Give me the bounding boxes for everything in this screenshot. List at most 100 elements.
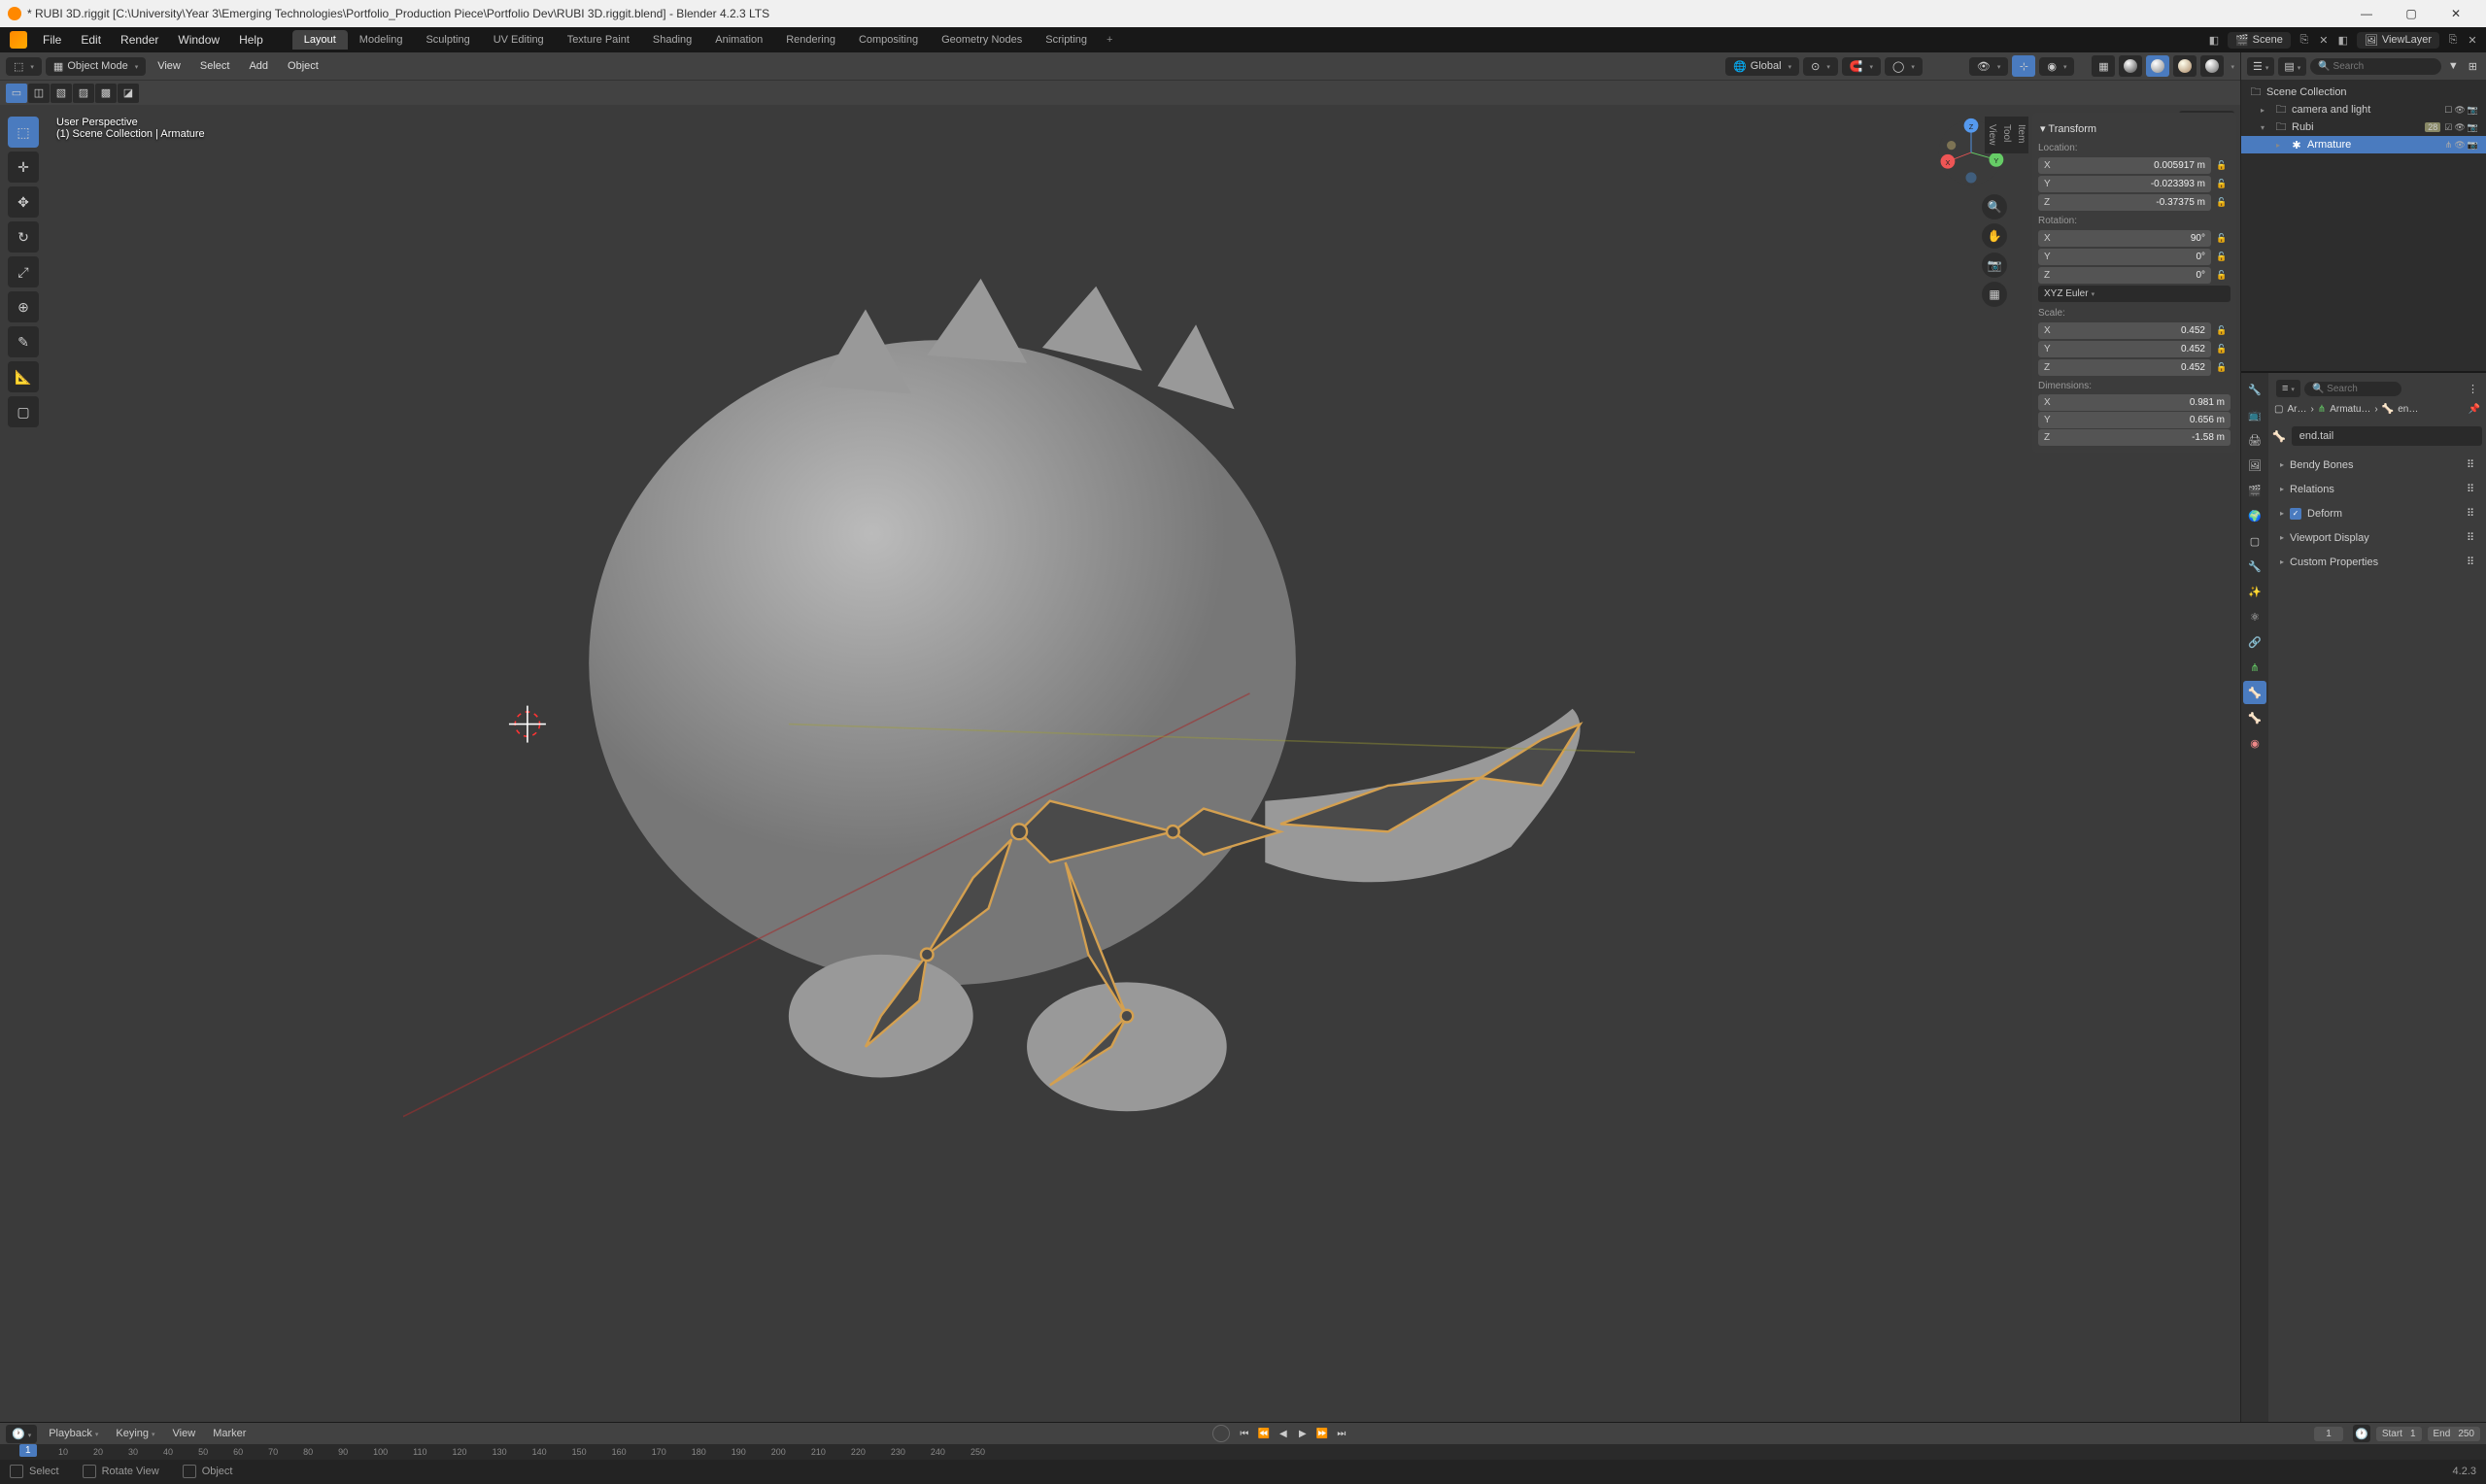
section-deform[interactable]: ▸✓Deform⠿	[2272, 502, 2482, 524]
workspace-tab-compositing[interactable]: Compositing	[847, 30, 930, 50]
orientation-selector[interactable]: 🌐 Global	[1725, 57, 1799, 76]
location-y[interactable]: Y-0.023393 m	[2038, 176, 2211, 192]
snap-toggle[interactable]: 🧲	[1842, 57, 1881, 76]
properties-tab-constraint[interactable]: 🔗	[2243, 630, 2266, 654]
lock-rot-z-icon[interactable]: 🔓	[2213, 266, 2231, 284]
scene-browse-icon[interactable]: ◧	[2204, 30, 2224, 50]
current-frame-field[interactable]: 1	[2314, 1427, 2343, 1441]
tool-cursor[interactable]: ✛	[8, 152, 39, 183]
properties-tab-boneconstraint[interactable]: 🦴	[2243, 706, 2266, 729]
properties-tab-scene[interactable]: 🎬	[2243, 479, 2266, 502]
lock-scl-z-icon[interactable]: 🔓	[2213, 358, 2231, 376]
properties-tab-object[interactable]: ▢	[2243, 529, 2266, 553]
shading-solid[interactable]	[2146, 55, 2169, 77]
rotation-z[interactable]: Z0°	[2038, 267, 2211, 284]
outliner-filter-icon[interactable]: ▼	[2445, 57, 2462, 75]
location-z[interactable]: Z-0.37375 m	[2038, 194, 2211, 211]
scale-y[interactable]: Y0.452	[2038, 341, 2211, 357]
zoom-icon[interactable]: 🔍	[1982, 194, 2007, 219]
lock-rot-x-icon[interactable]: 🔓	[2213, 229, 2231, 247]
menu-window[interactable]: Window	[168, 29, 229, 51]
timeline-marker-menu[interactable]: Marker	[207, 1426, 252, 1441]
properties-tab-data[interactable]: ⋔	[2243, 656, 2266, 679]
section-bendy-bones[interactable]: ▸Bendy Bones⠿	[2272, 454, 2482, 476]
properties-tab-physics[interactable]: ⚛	[2243, 605, 2266, 628]
rotation-mode-selector[interactable]: XYZ Euler	[2038, 286, 2231, 302]
scale-x[interactable]: X0.452	[2038, 322, 2211, 339]
workspace-tab-animation[interactable]: Animation	[703, 30, 774, 50]
viewport-menu-add[interactable]: Add	[241, 57, 276, 75]
minimize-button[interactable]: —	[2344, 0, 2389, 27]
npanel-tab-tool[interactable]: Tool	[1999, 117, 2014, 153]
viewlayer-selector[interactable]: 🖼ViewLayer	[2357, 32, 2439, 49]
select-mode-tweak[interactable]: ▭	[6, 84, 27, 103]
npanel-tab-view[interactable]: View	[1985, 117, 1999, 153]
viewlayer-delete-icon[interactable]: ✕	[2463, 30, 2482, 50]
workspace-tab-geonodes[interactable]: Geometry Nodes	[930, 30, 1034, 50]
camera-view-icon[interactable]: 📷	[1982, 253, 2007, 278]
viewlayer-new-icon[interactable]: ⎘	[2443, 30, 2463, 50]
rotation-x[interactable]: X90°	[2038, 230, 2211, 247]
transform-panel-title[interactable]: ▾ Transform	[2038, 118, 2231, 139]
preview-range-toggle[interactable]: 🕐	[2353, 1425, 2370, 1442]
scale-z[interactable]: Z0.452	[2038, 359, 2211, 376]
workspace-tab-texture[interactable]: Texture Paint	[556, 30, 641, 50]
properties-tab-render[interactable]: 📺	[2243, 403, 2266, 426]
chevron-down-icon[interactable]: ▾	[2261, 123, 2270, 132]
outliner-root[interactable]: 🗀 Scene Collection	[2241, 84, 2486, 101]
start-frame-field[interactable]: Start1	[2376, 1427, 2422, 1441]
playhead[interactable]: 1	[19, 1444, 37, 1457]
timeline-playback-menu[interactable]: Playback	[43, 1426, 104, 1441]
eye-icon[interactable]: 👁	[2454, 140, 2465, 151]
properties-search[interactable]: 🔍 Search	[2304, 382, 2401, 396]
dim-x[interactable]: X0.981 m	[2038, 394, 2231, 411]
section-custom-properties[interactable]: ▸Custom Properties⠿	[2272, 551, 2482, 573]
workspace-tab-scripting[interactable]: Scripting	[1034, 30, 1099, 50]
properties-tab-modifier[interactable]: 🔧	[2243, 555, 2266, 578]
select-mode-intersect[interactable]: ▩	[95, 84, 117, 103]
properties-tab-world[interactable]: 🌍	[2243, 504, 2266, 527]
editor-type-selector[interactable]: ⬚	[6, 57, 42, 76]
lock-scl-y-icon[interactable]: 🔓	[2213, 340, 2231, 357]
chevron-right-icon[interactable]: ▸	[2261, 106, 2270, 115]
jump-start-button[interactable]: ⏮	[1236, 1426, 1253, 1441]
scene-selector[interactable]: 🎬Scene	[2228, 32, 2291, 49]
shading-material[interactable]	[2173, 55, 2197, 77]
properties-tab-material[interactable]: ◉	[2243, 731, 2266, 755]
deform-checkbox[interactable]: ✓	[2290, 508, 2301, 520]
jump-end-button[interactable]: ⏭	[1333, 1426, 1350, 1441]
dim-y[interactable]: Y0.656 m	[2038, 412, 2231, 428]
workspace-tab-rendering[interactable]: Rendering	[774, 30, 847, 50]
chevron-right-icon[interactable]: ▸	[2276, 141, 2286, 150]
timeline-editor-type[interactable]: 🕐	[6, 1425, 37, 1443]
timeline-track[interactable]: 1 10203040506070809010011012013014015016…	[0, 1444, 2486, 1460]
menu-help[interactable]: Help	[229, 29, 273, 51]
maximize-button[interactable]: ▢	[2389, 0, 2434, 27]
mode-selector[interactable]: ▦ Object Mode	[46, 57, 146, 76]
lock-loc-y-icon[interactable]: 🔓	[2213, 175, 2231, 192]
outliner-editor-type[interactable]: ☰	[2247, 57, 2274, 76]
eye-icon[interactable]: 👁	[2454, 122, 2465, 133]
shading-wireframe[interactable]	[2119, 55, 2142, 77]
tool-rotate[interactable]: ↻	[8, 221, 39, 253]
play-reverse-button[interactable]: ◀	[1275, 1426, 1292, 1441]
keyframe-prev-button[interactable]: ⏪	[1255, 1426, 1273, 1441]
workspace-tab-modeling[interactable]: Modeling	[348, 30, 415, 50]
menu-file[interactable]: File	[33, 29, 71, 51]
properties-tab-output[interactable]: 🖨	[2243, 428, 2266, 452]
render-icon[interactable]: 📷	[2468, 140, 2478, 151]
properties-breadcrumb[interactable]: ▢Ar… › ⋔Armatu… › 🦴en… 📌	[2272, 400, 2482, 419]
dim-z[interactable]: Z-1.58 m	[2038, 429, 2231, 446]
pin-icon[interactable]: 📌	[2469, 404, 2480, 415]
tool-move[interactable]: ✥	[8, 186, 39, 218]
render-icon[interactable]: 📷	[2468, 122, 2478, 133]
pivot-selector[interactable]: ⊙	[1803, 57, 1838, 76]
viewport-menu-select[interactable]: Select	[192, 57, 238, 75]
outliner-search[interactable]: 🔍 Search	[2310, 58, 2441, 75]
bone-name-field[interactable]: end.tail	[2292, 426, 2482, 446]
properties-tab-bone[interactable]: 🦴	[2243, 681, 2266, 704]
viewport-3d[interactable]: User Perspective (1) Scene Collection | …	[0, 105, 2240, 1422]
play-button[interactable]: ▶	[1294, 1426, 1311, 1441]
scene-new-icon[interactable]: ⎘	[2295, 30, 2314, 50]
viewlayer-browse-icon[interactable]: ◧	[2333, 30, 2353, 50]
